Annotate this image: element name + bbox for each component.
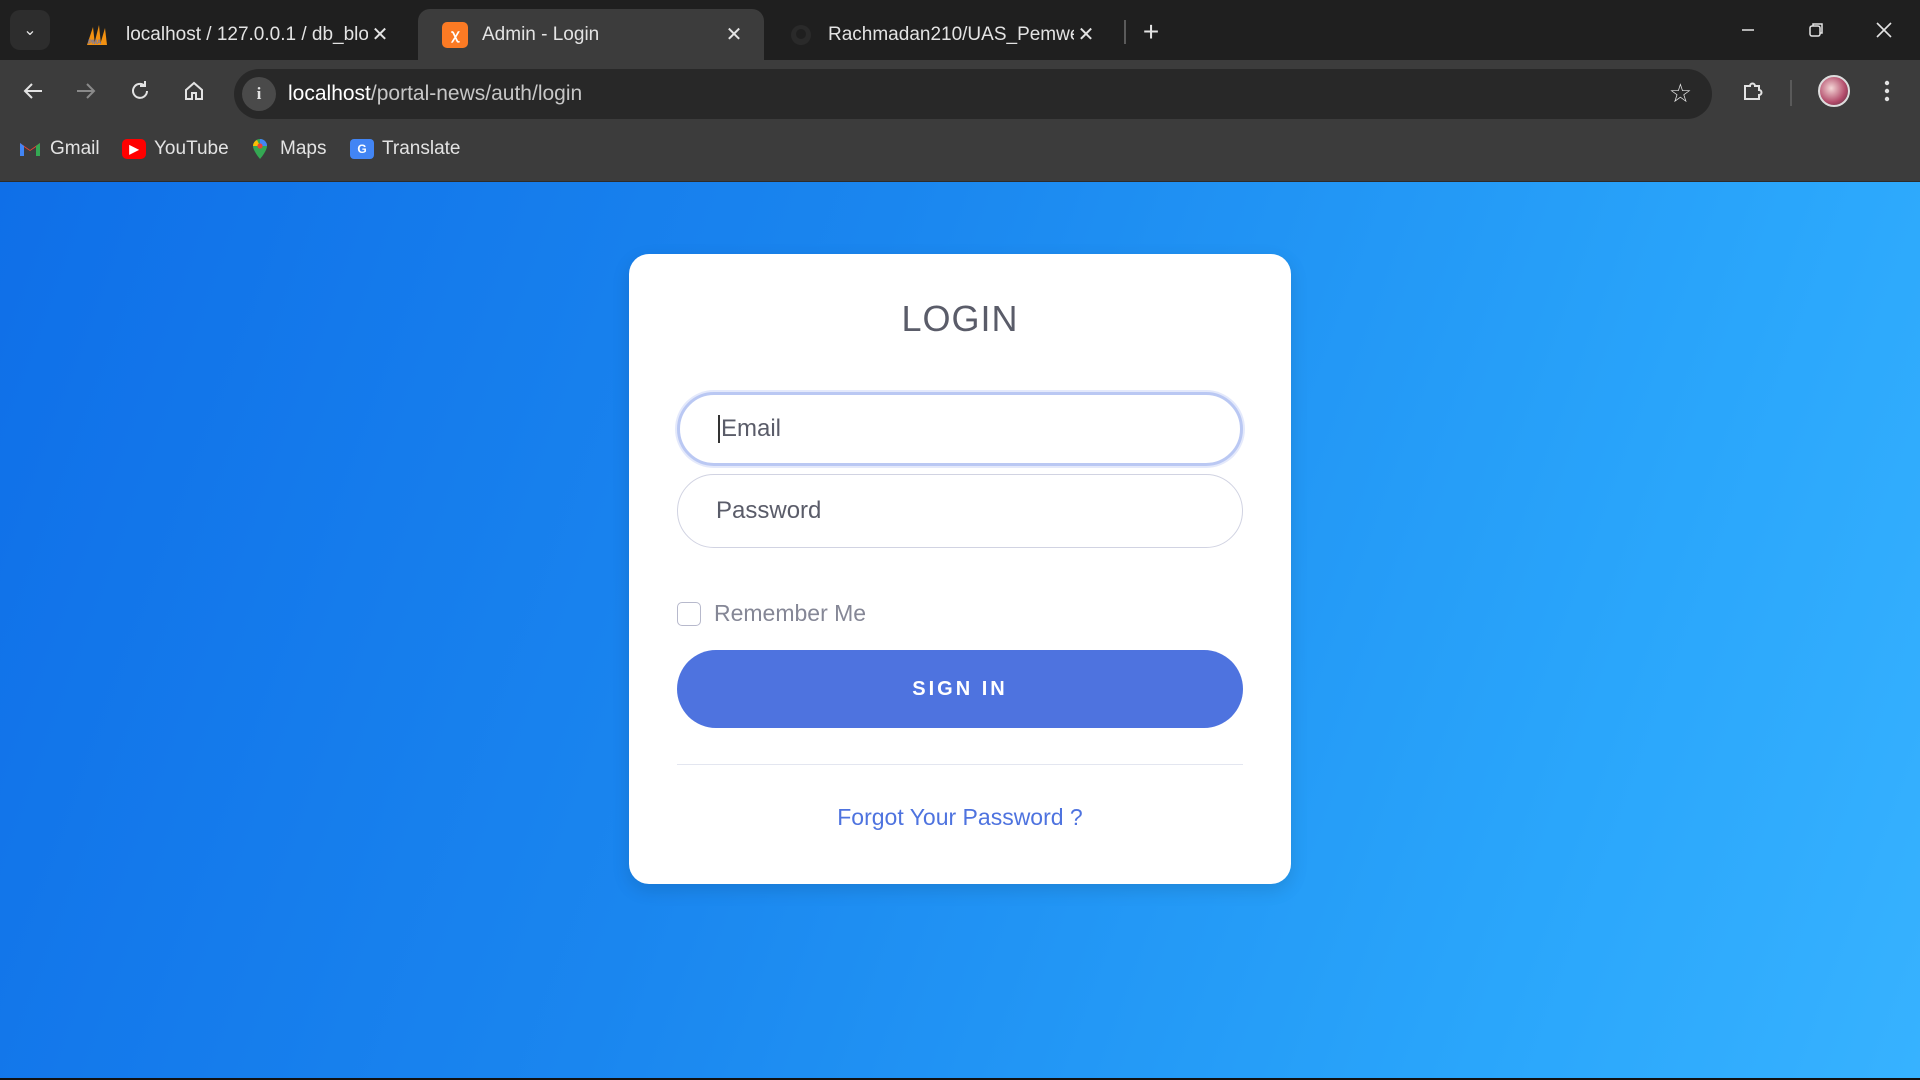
bookmark-gmail[interactable]: Gmail xyxy=(18,138,100,160)
email-placeholder: Email xyxy=(721,415,782,442)
bookmark-label: Maps xyxy=(280,138,327,159)
phpmyadmin-icon: PMA xyxy=(86,22,112,48)
xampp-icon: ꭓ xyxy=(442,21,468,48)
remember-me-checkbox[interactable] xyxy=(677,601,701,626)
text-caret xyxy=(718,415,720,443)
tab-title: Rachmadan210/UAS_Pemweb_ xyxy=(828,23,1074,45)
profile-avatar[interactable] xyxy=(1818,75,1850,107)
tab-phpmyadmin[interactable]: PMA localhost / 127.0.0.1 / db_blog1 ✕ xyxy=(62,9,410,60)
forgot-password-link[interactable]: Forgot Your Password ? xyxy=(629,804,1291,831)
minimize-button[interactable] xyxy=(1728,12,1768,48)
arrow-left-icon xyxy=(23,83,42,99)
bookmark-maps[interactable]: Maps xyxy=(248,138,326,160)
login-title: LOGIN xyxy=(901,298,1019,339)
bookmark-label: YouTube xyxy=(154,138,229,159)
tab-separator xyxy=(1124,20,1126,44)
chevron-down-icon: ⌄ xyxy=(23,22,37,39)
tab-strip: ⌄ PMA localhost / 127.0.0.1 / db_blog1 ✕… xyxy=(0,0,1920,60)
toolbar-separator xyxy=(1790,80,1792,106)
bookmarks-bar: Gmail ▶ YouTube Maps G Translate xyxy=(0,120,1920,182)
more-vert-icon xyxy=(1884,80,1890,102)
gmail-icon xyxy=(18,139,42,159)
minimize-icon xyxy=(1742,29,1754,31)
reload-button[interactable] xyxy=(121,72,159,110)
translate-icon: G xyxy=(350,139,374,159)
bookmark-translate[interactable]: G Translate xyxy=(350,138,461,160)
bookmark-label: Translate xyxy=(382,138,461,159)
divider xyxy=(677,764,1243,765)
bookmark-star-icon[interactable]: ☆ xyxy=(1669,78,1692,109)
remember-me-row[interactable]: Remember Me xyxy=(677,600,866,627)
password-placeholder: Password xyxy=(716,497,822,524)
tab-github[interactable]: Rachmadan210/UAS_Pemweb_ ✕ xyxy=(764,9,1116,60)
tab-admin-login[interactable]: ꭓ Admin - Login ✕ xyxy=(418,9,764,60)
remember-me-label: Remember Me xyxy=(714,600,867,626)
tab-search-button[interactable]: ⌄ xyxy=(10,10,50,50)
login-card: LOGIN Email Password Remember Me SIGN IN… xyxy=(629,254,1291,884)
back-button[interactable] xyxy=(14,72,52,110)
github-icon xyxy=(788,22,814,48)
bookmark-label: Gmail xyxy=(50,138,100,159)
youtube-icon: ▶ xyxy=(122,139,146,159)
site-info-icon[interactable]: i xyxy=(242,77,276,111)
browser-toolbar: i localhost/portal-news/auth/login ☆ xyxy=(0,60,1920,120)
new-tab-button[interactable]: + xyxy=(1133,14,1169,50)
url-text[interactable]: localhost/portal-news/auth/login xyxy=(288,82,582,106)
bookmark-youtube[interactable]: ▶ YouTube xyxy=(122,138,229,160)
sign-in-button[interactable]: SIGN IN xyxy=(677,650,1243,728)
arrow-right-icon xyxy=(77,83,96,99)
browser-menu-button[interactable] xyxy=(1868,72,1906,110)
tab-title: Admin - Login xyxy=(482,23,600,45)
home-icon xyxy=(185,81,203,100)
restore-button[interactable] xyxy=(1796,12,1836,48)
tab-title: localhost / 127.0.0.1 / db_blog1 xyxy=(126,23,368,45)
page-background: LOGIN Email Password Remember Me SIGN IN… xyxy=(0,182,1920,1078)
close-icon xyxy=(1876,22,1892,38)
close-icon[interactable]: ✕ xyxy=(368,22,392,47)
password-field[interactable]: Password xyxy=(677,474,1243,548)
close-window-button[interactable] xyxy=(1864,12,1904,48)
address-bar[interactable]: i localhost/portal-news/auth/login ☆ xyxy=(234,69,1712,119)
reload-icon xyxy=(132,81,148,99)
maps-icon xyxy=(248,139,272,159)
close-icon[interactable]: ✕ xyxy=(722,22,746,47)
puzzle-icon xyxy=(1744,82,1763,100)
url-path: /portal-news/auth/login xyxy=(370,82,583,105)
url-host: localhost xyxy=(288,82,371,105)
home-button[interactable] xyxy=(175,72,213,110)
email-field[interactable]: Email xyxy=(677,392,1243,466)
close-icon[interactable]: ✕ xyxy=(1074,22,1098,47)
svg-text:PMA: PMA xyxy=(88,40,102,46)
restore-icon xyxy=(1809,23,1823,37)
forward-button[interactable] xyxy=(67,72,105,110)
extensions-button[interactable] xyxy=(1734,72,1772,110)
